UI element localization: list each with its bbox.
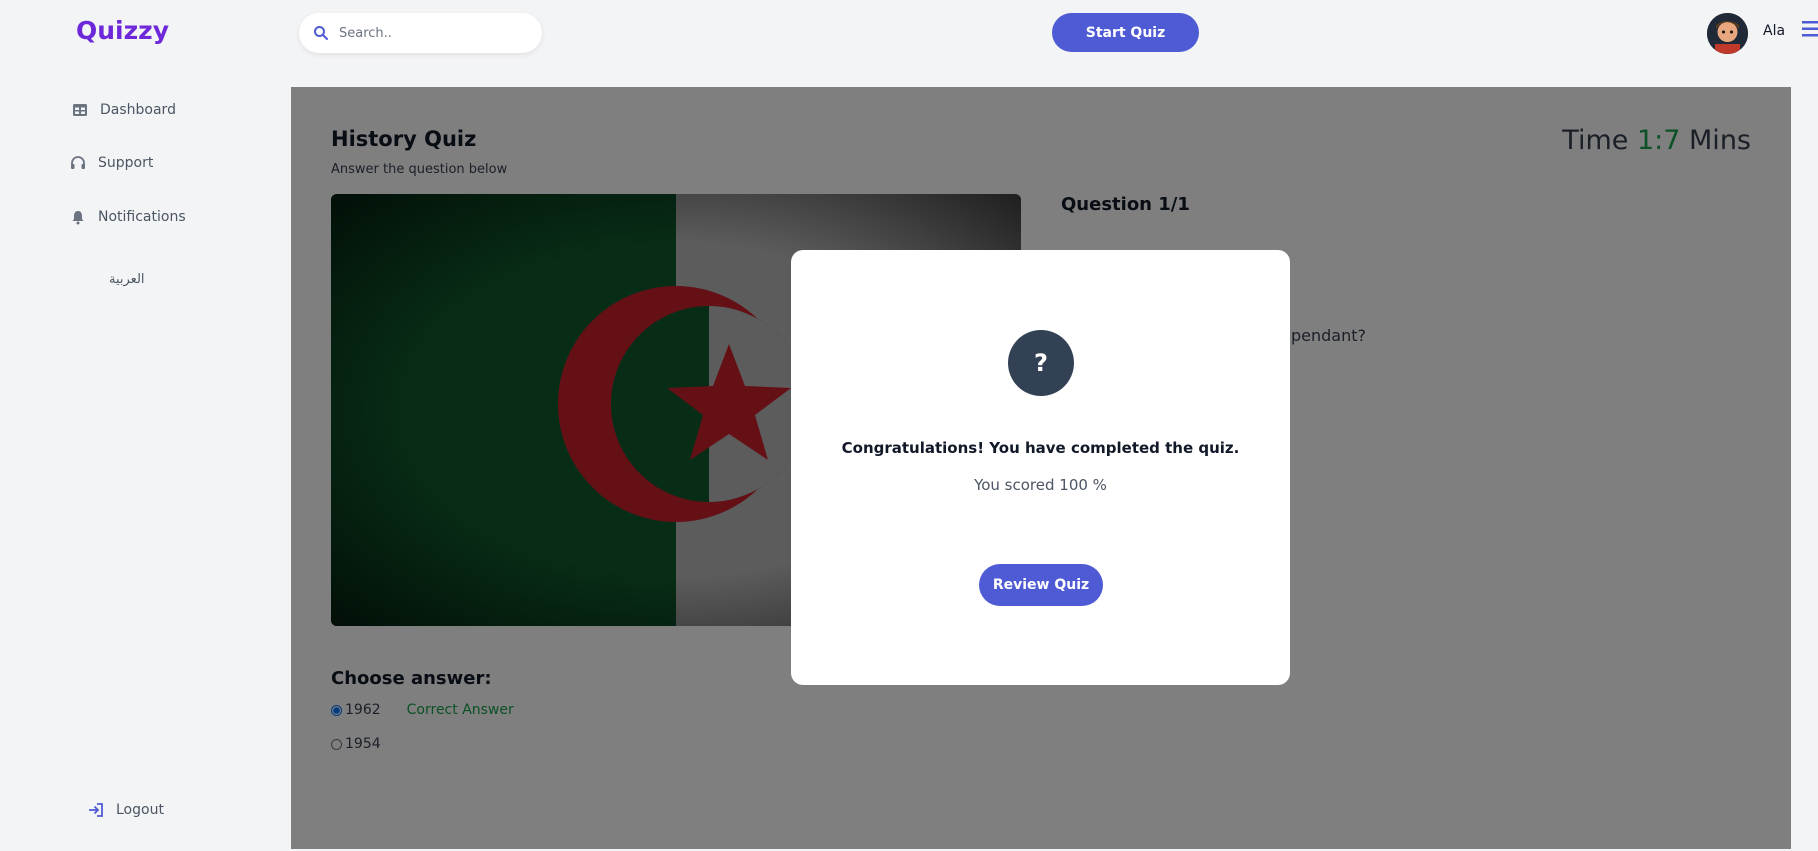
sidebar-item-support[interactable]: Support [70, 155, 153, 171]
logout-button[interactable]: Logout [88, 802, 164, 818]
score-text: You scored 100 % [974, 476, 1107, 494]
logo[interactable]: Quizzy [76, 16, 169, 45]
review-quiz-button[interactable]: Review Quiz [979, 564, 1103, 606]
username[interactable]: Ala [1763, 23, 1785, 39]
avatar-image [1707, 13, 1748, 54]
search-bar[interactable] [299, 13, 542, 53]
table-icon [73, 104, 87, 116]
sidebar-item-label: Notifications [98, 209, 186, 225]
quiz-complete-modal: ? Congratulations! You have completed th… [791, 250, 1290, 685]
start-quiz-button[interactable]: Start Quiz [1052, 13, 1199, 52]
headphones-icon [71, 156, 85, 169]
sidebar-item-dashboard[interactable]: Dashboard [72, 102, 176, 118]
search-input[interactable] [339, 25, 519, 41]
search-icon [314, 26, 328, 40]
avatar[interactable] [1707, 13, 1748, 54]
hamburger-menu-icon[interactable] [1802, 20, 1818, 38]
sidebar-item-notifications[interactable]: Notifications [70, 209, 186, 225]
language-switch[interactable]: العربية [109, 272, 145, 287]
modal-title: Congratulations! You have completed the … [841, 439, 1240, 457]
logout-icon [89, 803, 103, 817]
bell-icon [72, 211, 84, 225]
sidebar-item-label: Support [98, 155, 154, 171]
sidebar-item-label: Dashboard [100, 102, 176, 118]
question-mark-icon: ? [1008, 330, 1074, 396]
logout-label: Logout [116, 802, 164, 818]
